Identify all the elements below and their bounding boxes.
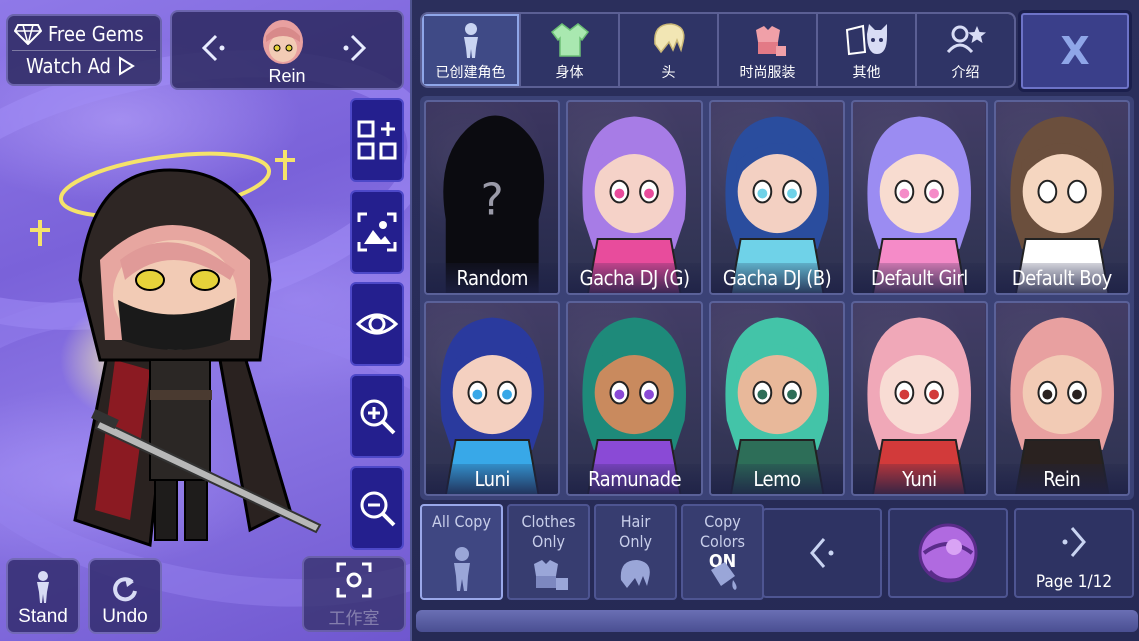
watch-ad-label: Watch Ad <box>26 54 111 78</box>
option-label: Copy Colors <box>699 512 746 551</box>
character-silhouette-icon <box>463 23 478 58</box>
panel-footer-bar <box>416 610 1138 632</box>
tab-fashion-outfit[interactable]: 时尚服装 <box>719 14 818 86</box>
chevron-right-icon <box>1062 527 1086 557</box>
chevron-left-icon <box>810 538 834 568</box>
option-label: Only <box>619 532 652 551</box>
tab-label: 介绍 <box>951 65 980 81</box>
previous-character-icon[interactable] <box>196 30 232 66</box>
free-gems-panel[interactable]: Free Gems Watch Ad <box>6 14 162 86</box>
copy-colors-toggle[interactable]: Copy Colors ON <box>681 504 764 600</box>
hair-head-icon <box>620 560 650 588</box>
zoom-out-button[interactable] <box>350 466 404 550</box>
preset-card[interactable]: Rein <box>993 301 1130 496</box>
tab-created-characters[interactable]: 已创建角色 <box>422 14 521 86</box>
preset-card[interactable]: Ramunade <box>566 301 703 496</box>
preset-card[interactable]: Yuni <box>851 301 988 496</box>
zoom-in-button[interactable] <box>350 374 404 458</box>
focus-target-icon <box>336 562 372 597</box>
next-character-icon[interactable] <box>336 30 372 66</box>
undo-button[interactable]: Undo <box>88 558 162 634</box>
preset-name: Ramunade <box>568 464 701 494</box>
character-silhouette-icon <box>453 547 470 591</box>
paint-bucket-icon <box>710 562 737 590</box>
stand-button[interactable]: Stand <box>6 558 80 634</box>
studio-button[interactable]: 工作室 <box>302 556 406 632</box>
page-indicator: Page 1/12 <box>1035 572 1113 592</box>
outfit-icon <box>755 26 786 56</box>
previous-page-button[interactable] <box>762 508 882 598</box>
preset-name: Lemo <box>710 464 844 494</box>
play-icon <box>118 56 135 76</box>
svg-text:?: ? <box>481 175 504 225</box>
tab-head[interactable]: 头 <box>620 14 719 86</box>
tab-label: 身体 <box>555 65 584 81</box>
preset-name: Rein <box>995 464 1128 494</box>
close-button[interactable]: X <box>1018 10 1132 92</box>
shirt-icon <box>550 23 589 57</box>
preset-card[interactable]: Default Boy <box>993 100 1130 295</box>
background-button[interactable] <box>350 190 404 274</box>
free-gems-label: Free Gems <box>48 22 144 46</box>
tab-body[interactable]: 身体 <box>521 14 620 86</box>
studio-label: 工作室 <box>328 608 380 629</box>
undo-icon <box>113 577 137 602</box>
stand-pose-icon <box>37 571 49 603</box>
misc-pet-icon <box>845 24 887 56</box>
presets-button[interactable] <box>350 98 404 182</box>
character-presets-panel: 已创建角色 身体 头 时尚服装 其他 介绍 X ? Random Gacha D… <box>410 0 1139 641</box>
preset-name: Gacha DJ (B) <box>710 263 844 293</box>
divider <box>12 50 156 51</box>
tab-label: 时尚服装 <box>739 65 796 81</box>
random-gacha-button[interactable] <box>888 508 1008 598</box>
tab-other[interactable]: 其他 <box>818 14 917 86</box>
character-thumbnail <box>263 20 303 64</box>
clothes-only-option[interactable]: Clothes Only <box>507 504 590 600</box>
option-label: All Copy <box>432 512 491 531</box>
all-copy-option[interactable]: All Copy <box>420 504 503 600</box>
preset-name: Luni <box>426 464 559 494</box>
preset-character-grid: ? Random Gacha DJ (G) Gacha DJ (B) Default G… <box>420 96 1134 500</box>
option-label: Only <box>532 532 565 551</box>
tab-label: 其他 <box>852 65 881 81</box>
background-photo-icon <box>357 212 397 252</box>
character-name: Rein <box>268 66 306 86</box>
zoom-in-icon <box>360 399 396 435</box>
tab-label: 头 <box>661 65 676 81</box>
visibility-eye-icon <box>355 313 399 335</box>
character-stage[interactable]: Free Gems Watch Ad Rein Stand Undo 工作室 <box>0 0 410 641</box>
preset-card[interactable]: Gacha DJ (B) <box>708 100 846 295</box>
visibility-button[interactable] <box>350 282 404 366</box>
gem-icon <box>14 24 42 45</box>
gacha-capsule-icon <box>918 523 978 583</box>
undo-label: Undo <box>102 606 148 627</box>
copy-mode-options: All Copy Clothes Only Hair Only Copy Col… <box>420 504 764 600</box>
option-label: Clothes <box>521 512 576 531</box>
tab-label: 已创建角色 <box>435 65 506 81</box>
option-label: Hair <box>620 512 651 531</box>
category-tab-bar: 已创建角色 身体 头 时尚服装 其他 介绍 <box>420 12 1016 88</box>
outfit-icon <box>533 560 568 590</box>
preset-name: Random <box>426 263 559 293</box>
preset-card[interactable]: ? Random <box>424 100 561 295</box>
character-figure[interactable] <box>20 130 340 560</box>
pagination: Page 1/12 <box>762 508 1134 598</box>
preset-name: Default Boy <box>995 263 1128 293</box>
preset-name: Yuni <box>853 464 986 494</box>
preset-card[interactable]: Luni <box>424 301 561 496</box>
hair-only-option[interactable]: Hair Only <box>594 504 677 600</box>
preset-card[interactable]: Default Girl <box>851 100 988 295</box>
stand-label: Stand <box>18 606 68 627</box>
tab-introduction[interactable]: 介绍 <box>917 14 1014 86</box>
zoom-out-icon <box>360 491 396 527</box>
presets-icon <box>357 120 397 160</box>
preset-name: Default Girl <box>853 263 986 293</box>
next-page-button[interactable]: Page 1/12 <box>1014 508 1134 598</box>
profile-star-icon <box>946 25 986 54</box>
character-switcher: Rein <box>170 10 404 90</box>
preset-name: Gacha DJ (G) <box>568 263 701 293</box>
preset-card[interactable]: Lemo <box>708 301 846 496</box>
preset-card[interactable]: Gacha DJ (G) <box>566 100 703 295</box>
hair-head-icon <box>653 23 684 54</box>
